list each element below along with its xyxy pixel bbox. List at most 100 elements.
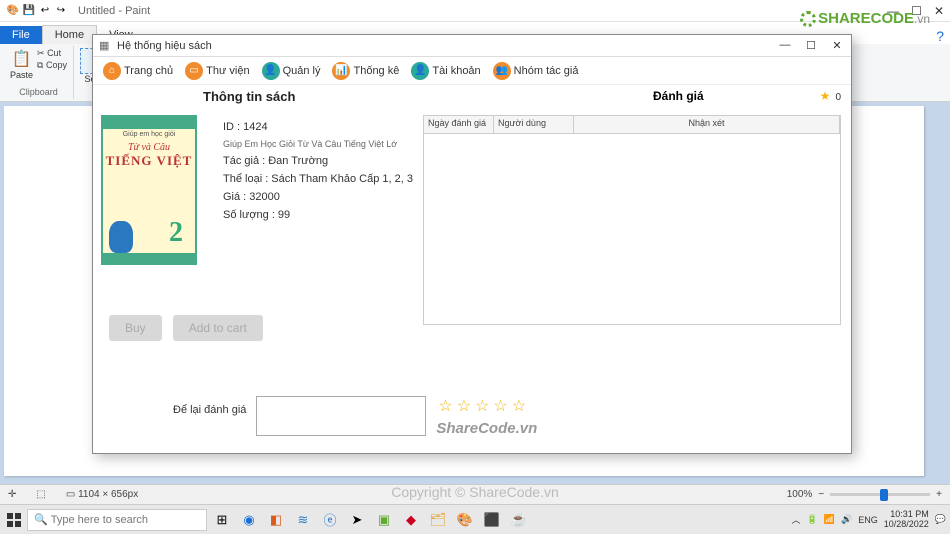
logo-suffix: .vn <box>914 12 930 26</box>
nav-authors[interactable]: 👥Nhóm tác giả <box>489 60 583 82</box>
review-stars-and-watermark: ☆☆☆☆☆ ShareCode.vn <box>436 396 537 437</box>
buy-button[interactable]: Buy <box>109 315 162 341</box>
redo-icon[interactable]: ↪ <box>54 4 68 18</box>
tray-battery-icon[interactable]: 🔋 <box>807 514 818 525</box>
nav-library-label: Thư viện <box>206 65 249 77</box>
tray-wifi-icon[interactable]: 📶 <box>824 514 835 525</box>
tray-chevron-icon[interactable]: ︿ <box>792 513 801 526</box>
taskbar-vscode[interactable]: ≋ <box>291 508 315 532</box>
paste-icon: 📋 <box>11 48 33 70</box>
help-icon[interactable]: ? <box>936 28 944 44</box>
review-input-row: Để lại đánh giá ☆☆☆☆☆ ShareCode.vn <box>173 396 537 437</box>
taskbar-java[interactable]: ☕ <box>507 508 531 532</box>
taskbar-app-3[interactable]: ➤ <box>345 508 369 532</box>
book-category: Thể loại : Sách Tham Khảo Cấp 1, 2, 3 <box>223 173 443 185</box>
rating-count: 0 <box>835 92 841 103</box>
taskbar-explorer[interactable]: 🗂 <box>426 508 450 532</box>
paint-window-title: Untitled - Paint <box>78 5 150 17</box>
tray-volume-icon[interactable]: 🔊 <box>841 514 852 525</box>
book-price: Giá : 32000 <box>223 191 443 203</box>
nav-home[interactable]: ⌂Trang chủ <box>99 60 177 82</box>
start-button[interactable] <box>4 510 24 530</box>
windows-taskbar: 🔍 Type here to search ⊞ ◉ ◧ ≋ ⓔ ➤ ▣ ◆ 🗂 … <box>0 504 950 534</box>
zoom-thumb[interactable] <box>880 489 888 501</box>
star-1[interactable]: ☆ <box>438 398 452 415</box>
taskbar-edge[interactable]: ⓔ <box>318 508 342 532</box>
search-placeholder: Type here to search <box>51 514 148 526</box>
zoom-out-button[interactable]: − <box>818 489 824 500</box>
taskbar-app-4[interactable]: ▣ <box>372 508 396 532</box>
zoom-slider[interactable] <box>830 493 930 496</box>
taskbar-paint[interactable]: 🎨 <box>453 508 477 532</box>
taskbar-app-2[interactable]: ◧ <box>264 508 288 532</box>
paste-label: Paste <box>10 70 33 80</box>
stats-icon: 📊 <box>332 62 350 80</box>
cover-title-2: TIẾNG VIỆT <box>103 153 195 169</box>
canvas-size: ▭ 1104 × 656px <box>66 489 138 500</box>
notifications-icon[interactable]: 💬 <box>935 514 946 525</box>
zoom-in-button[interactable]: + <box>936 489 942 500</box>
book-info-title: Thông tin sách <box>203 89 295 104</box>
cover-parrot-icon <box>109 221 133 253</box>
taskbar-app-5[interactable]: ◆ <box>399 508 423 532</box>
rating-title: Đánh giá <box>653 89 704 103</box>
star-4[interactable]: ☆ <box>493 398 507 415</box>
app-minimize-icon[interactable]: — <box>777 39 793 52</box>
canvas-size-value: 1104 × 656px <box>78 489 138 500</box>
paint-app-icon: 🎨 <box>6 4 20 18</box>
ribbon-group-clipboard: 📋 Paste ✂ Cut ⧉ Copy Clipboard <box>4 46 74 99</box>
account-icon: 👤 <box>411 62 429 80</box>
taskbar-search[interactable]: 🔍 Type here to search <box>27 509 207 531</box>
app-close-icon[interactable]: ✕ <box>829 39 845 52</box>
action-buttons: Buy Add to cart <box>109 315 263 341</box>
inner-watermark: ShareCode.vn <box>436 420 537 437</box>
review-table[interactable]: Ngày đánh giá Người dùng Nhận xét <box>423 115 841 325</box>
cover-title-1: Từ và Câu <box>103 142 195 153</box>
cover-small-text: Giúp em học giỏi <box>103 131 195 138</box>
nav-home-label: Trang chủ <box>124 65 173 77</box>
star-icon: ★ <box>820 89 831 103</box>
close-icon[interactable]: ✕ <box>934 4 944 18</box>
star-5[interactable]: ☆ <box>512 398 526 415</box>
app-body: Thông tin sách Giúp em học giỏi Từ và Câ… <box>93 85 851 453</box>
copy-button[interactable]: ⧉ Copy <box>37 60 67 71</box>
cut-button[interactable]: ✂ Cut <box>37 48 67 59</box>
app-nav: ⌂Trang chủ ▭Thư viện 👤Quản lý 📊Thống kê … <box>93 57 851 85</box>
home-icon: ⌂ <box>103 62 121 80</box>
book-info-column: ID : 1424 Giúp Em Học Giỏi Từ Và Câu Tiế… <box>223 115 443 227</box>
nav-account[interactable]: 👤Tài khoản <box>407 60 484 82</box>
app-maximize-icon[interactable]: ☐ <box>803 39 819 52</box>
review-textarea[interactable] <box>256 396 426 436</box>
paste-button[interactable]: 📋 Paste <box>10 48 33 80</box>
tab-file[interactable]: File <box>0 26 42 44</box>
authors-icon: 👥 <box>493 62 511 80</box>
star-2[interactable]: ☆ <box>457 398 471 415</box>
taskbar-app-1[interactable]: ◉ <box>237 508 261 532</box>
nav-stats[interactable]: 📊Thống kê <box>328 60 403 82</box>
taskbar-app-6[interactable]: ⬛ <box>480 508 504 532</box>
review-stars: ☆☆☆☆☆ <box>436 396 537 416</box>
col-user: Người dùng <box>494 116 574 133</box>
task-view-icon[interactable]: ⊞ <box>210 508 234 532</box>
add-to-cart-button[interactable]: Add to cart <box>173 315 263 341</box>
taskbar-clock[interactable]: 10:31 PM 10/28/2022 <box>884 510 929 530</box>
logo-text: SHARECODE <box>818 10 914 27</box>
cut-label: Cut <box>47 48 61 58</box>
tray-lang-icon[interactable]: ENG <box>858 515 878 525</box>
clipboard-group-label: Clipboard <box>19 87 58 97</box>
gear-icon <box>800 11 816 27</box>
star-3[interactable]: ☆ <box>475 398 489 415</box>
undo-icon[interactable]: ↩ <box>38 4 52 18</box>
tab-home[interactable]: Home <box>42 25 97 44</box>
book-cover: Giúp em học giỏi Từ và Câu TIẾNG VIỆT 2 <box>101 115 197 265</box>
nav-library[interactable]: ▭Thư viện <box>181 60 253 82</box>
col-date: Ngày đánh giá <box>424 116 494 133</box>
app-window-title: Hệ thống hiệu sách <box>117 40 212 52</box>
rating-area: Đánh giá ★ 0 <box>653 89 841 103</box>
nav-account-label: Tài khoản <box>432 65 480 77</box>
book-subtitle: Giúp Em Học Giỏi Từ Và Câu Tiếng Việt Lớ <box>223 139 443 149</box>
nav-manage[interactable]: 👤Quản lý <box>258 60 325 82</box>
save-icon[interactable]: 💾 <box>22 4 36 18</box>
copy-label: Copy <box>46 60 67 70</box>
sharecode-logo: SHARECODE.vn <box>800 10 930 27</box>
